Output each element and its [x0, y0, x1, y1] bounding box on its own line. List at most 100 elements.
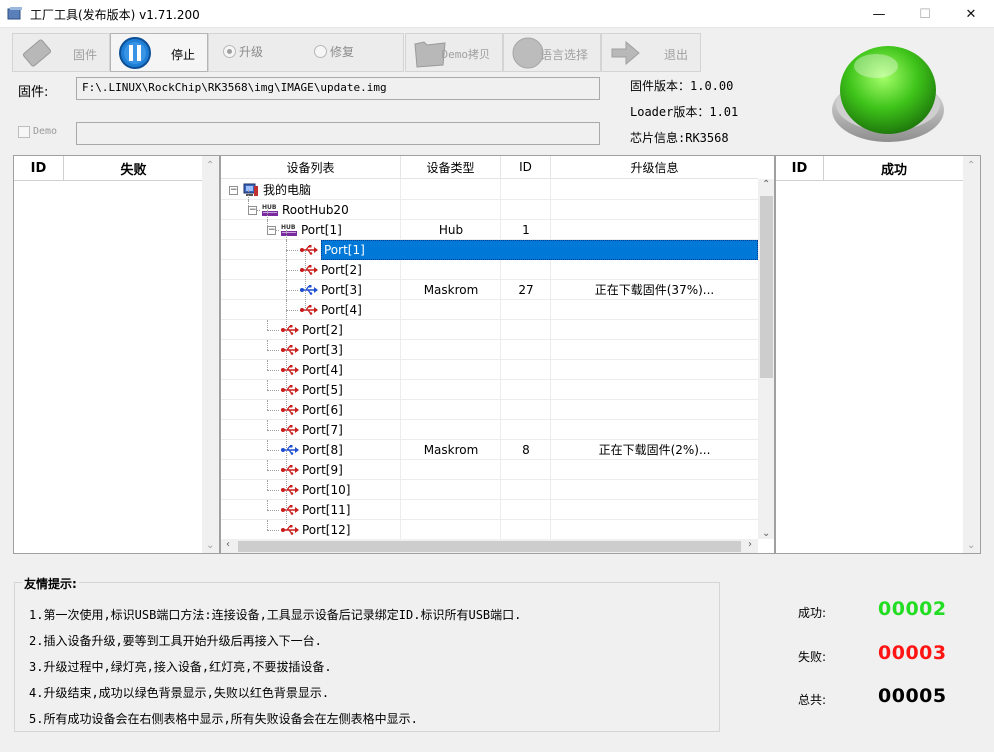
device-tree-hthumb[interactable] — [238, 541, 741, 552]
tree-node[interactable]: Port[2] — [281, 320, 343, 340]
device-tree[interactable]: 设备列表 设备类型 ID 升级信息 − 我的电脑 − HUB RootHub20− HUB… — [220, 155, 775, 554]
tree-node-label: Port[12] — [302, 523, 351, 537]
tree-node-label: 我的电脑 — [263, 183, 312, 197]
device-id-header[interactable]: ID — [501, 156, 551, 178]
chevron-right-icon[interactable]: › — [748, 539, 752, 550]
tree-node[interactable]: HUB Port[1] — [281, 220, 342, 240]
svg-text:HUB: HUB — [281, 224, 296, 231]
firmware-button-label: 固件 — [72, 48, 97, 62]
tree-row[interactable]: Port[10] — [221, 480, 758, 500]
tree-node[interactable]: Port[3] — [300, 280, 362, 300]
tree-row[interactable]: Port[6] — [221, 400, 758, 420]
tree-node-label: RootHub20 — [282, 203, 349, 217]
tree-row[interactable]: Port[2] — [221, 320, 758, 340]
tree-node[interactable]: HUB RootHub20 — [262, 200, 349, 220]
tree-node[interactable]: 我的电脑 — [243, 180, 311, 200]
fail-table-scrollbar[interactable]: ⌃ ⌄ — [202, 156, 219, 553]
chevron-up-icon[interactable]: ⌃ — [967, 160, 975, 171]
tree-node[interactable]: Port[7] — [281, 420, 343, 440]
device-id-cell — [501, 360, 551, 380]
chevron-down-icon[interactable]: ⌄ — [206, 540, 214, 551]
chevron-left-icon[interactable]: ‹ — [226, 539, 230, 550]
firmware-path-field[interactable]: F:\.LINUX\RockChip\RK3568\img\IMAGE\upda… — [76, 77, 600, 100]
device-tree-vthumb[interactable] — [760, 196, 773, 378]
chevron-down-icon[interactable]: ⌄ — [967, 540, 975, 551]
upgrade-info-header[interactable]: 升级信息 — [551, 156, 758, 178]
chevron-down-icon[interactable]: ⌄ — [762, 528, 770, 539]
tree-row[interactable]: Port[7] — [221, 420, 758, 440]
tree-row[interactable]: − HUB Port[1] Hub 1 — [221, 220, 758, 240]
tree-row[interactable]: Port[4] — [221, 360, 758, 380]
device-tree-hscrollbar[interactable]: ‹ › — [221, 539, 758, 553]
tree-node[interactable]: Port[4] — [300, 300, 362, 320]
tree-row[interactable]: Port[8] Maskrom 8 正在下载固件(2%)... — [221, 440, 758, 460]
hub-icon: HUB — [281, 223, 301, 237]
tree-node-label: Port[4] — [302, 363, 343, 377]
device-id-cell: 1 — [522, 223, 530, 237]
fail-table[interactable]: ID 失败 ⌃ ⌄ — [13, 155, 220, 554]
close-button[interactable]: ✕ — [948, 0, 994, 28]
tree-node[interactable]: Port[6] — [281, 400, 343, 420]
repair-radio[interactable]: 修复 — [314, 43, 354, 60]
tree-node[interactable]: Port[12] — [281, 520, 350, 540]
success-table[interactable]: ID 成功 ⌃ ⌄ — [775, 155, 981, 554]
upgrade-radio[interactable]: 升级 — [223, 43, 263, 60]
chevron-up-icon[interactable]: ⌃ — [206, 160, 214, 171]
upgrade-info-cell — [551, 360, 758, 380]
upgrade-info-cell — [551, 420, 758, 440]
demo-checkbox[interactable] — [18, 126, 30, 138]
language-button[interactable]: 语言选择 — [503, 33, 601, 72]
tree-node[interactable]: Port[9] — [281, 460, 343, 480]
minimize-button[interactable]: — — [856, 0, 902, 28]
chevron-up-icon[interactable]: ⌃ — [762, 179, 770, 190]
success-table-scrollbar[interactable]: ⌃ ⌄ — [963, 156, 980, 553]
tree-row[interactable]: Port[9] — [221, 460, 758, 480]
tree-node[interactable]: Port[8] — [281, 440, 343, 460]
tree-row[interactable]: Port[1] — [221, 240, 758, 260]
upgrade-info-cell — [551, 480, 758, 500]
demo-copy-button[interactable]: Demo拷贝 — [405, 33, 503, 72]
tree-node[interactable]: Port[10] — [281, 480, 350, 500]
tree-row[interactable]: − 我的电脑 — [221, 180, 758, 200]
svg-text:HUB: HUB — [262, 204, 277, 211]
device-type-cell — [401, 360, 501, 380]
tree-node[interactable]: Port[11] — [281, 500, 350, 520]
tree-row[interactable]: − HUB RootHub20 — [221, 200, 758, 220]
exit-button[interactable]: 退出 — [601, 33, 701, 72]
device-tree-vscrollbar[interactable]: ⌃ ⌄ — [758, 179, 774, 539]
stop-button[interactable]: 停止 — [110, 33, 208, 72]
tree-row[interactable]: Port[3] Maskrom 27 正在下载固件(37%)... — [221, 280, 758, 300]
tree-row[interactable]: Port[11] — [221, 500, 758, 520]
tree-node[interactable]: Port[4] — [281, 360, 343, 380]
firmware-button[interactable]: 固件 — [12, 33, 110, 72]
tree-row[interactable]: Port[5] — [221, 380, 758, 400]
upgrade-info-cell — [551, 320, 758, 340]
tree-row[interactable]: Port[12] — [221, 520, 758, 540]
usb-icon — [281, 505, 302, 515]
collapse-toggle[interactable]: − — [248, 206, 257, 215]
tree-node[interactable]: Port[3] — [281, 340, 343, 360]
device-type-cell — [401, 180, 501, 200]
device-type-cell — [401, 400, 501, 420]
device-type-cell: Hub — [438, 223, 464, 237]
maximize-button[interactable]: ☐ — [902, 0, 948, 28]
tree-row[interactable]: Port[2] — [221, 260, 758, 280]
success-count-label: 成功: — [798, 606, 827, 620]
device-id-cell — [501, 380, 551, 400]
demo-field[interactable] — [76, 122, 600, 145]
tree-row[interactable]: Port[3] — [221, 340, 758, 360]
usb-icon — [281, 405, 302, 415]
usb-icon — [281, 445, 302, 455]
device-type-cell: Maskrom — [423, 283, 479, 297]
device-type-header[interactable]: 设备类型 — [401, 156, 501, 178]
collapse-toggle[interactable]: − — [267, 226, 276, 235]
tree-row[interactable]: Port[4] — [221, 300, 758, 320]
device-id-cell — [501, 180, 551, 200]
collapse-toggle[interactable]: − — [229, 186, 238, 195]
pause-icon — [119, 37, 151, 69]
tree-node[interactable]: Port[5] — [281, 380, 343, 400]
tip-item: 4.升级结束,成功以绿色背景显示,失败以红色背景显示. — [29, 686, 330, 700]
tree-node[interactable]: Port[2] — [300, 260, 362, 280]
device-list-header[interactable]: 设备列表 — [221, 156, 401, 178]
device-type-cell: Maskrom — [423, 443, 479, 457]
